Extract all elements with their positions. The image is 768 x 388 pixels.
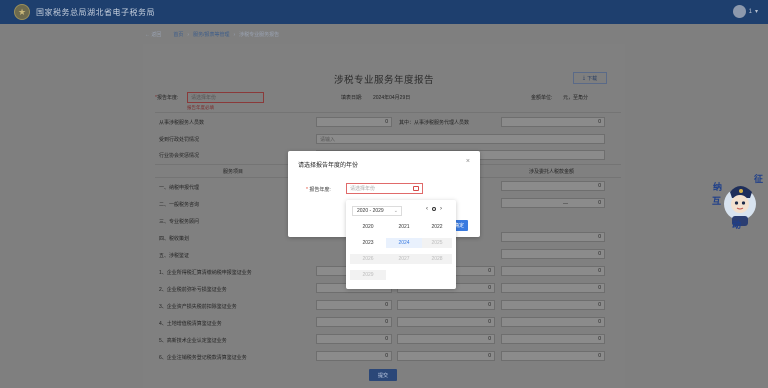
service-item: 一、纳税申报代理: [159, 185, 200, 191]
mascot-char: 征: [754, 173, 763, 185]
year-grid: 2020 2021 2022 2023 2024 2025 2026 2027 2028 2029: [350, 222, 454, 280]
unit-value: 元，至角分: [563, 95, 589, 101]
agent-count-input[interactable]: 0: [501, 117, 605, 127]
service-amount-empty: —: [563, 201, 568, 207]
user-name[interactable]: 1: [749, 9, 752, 15]
service-count-input[interactable]: 0: [397, 334, 495, 344]
download-icon: ⤓: [582, 75, 586, 81]
close-icon[interactable]: ×: [466, 158, 470, 165]
next-decade-icon[interactable]: ›: [440, 206, 442, 212]
service-item: 三、专业税务顾问: [159, 219, 200, 225]
mascot-badge[interactable]: 征 纳 互 动: [710, 172, 766, 230]
calendar-icon[interactable]: [413, 186, 419, 191]
service-item: 6、企业注销税务登记税款清算鉴证业务: [159, 355, 247, 361]
year-option-2022[interactable]: 2022: [422, 222, 452, 232]
submit-button[interactable]: 提交: [369, 369, 397, 381]
page-title: 涉税专业服务年度报告: [333, 75, 434, 86]
decade-select[interactable]: 2020 - 2029 ⌄: [352, 206, 402, 216]
service-item: 5、高新技术企业认定鉴证业务: [159, 338, 227, 344]
service-amount-input[interactable]: 0: [501, 351, 605, 361]
user-menu[interactable]: 1 ▾: [732, 5, 758, 18]
breadcrumb-manage[interactable]: 服务/报表等管理: [193, 31, 229, 38]
top-header: ★ 国家税务总局湖北省电子税务局 1 ▾: [0, 0, 768, 24]
service-item: 二、一般税务咨询: [159, 202, 200, 208]
service-count-input[interactable]: 0: [397, 300, 495, 310]
chevron-down-icon[interactable]: ⌄: [394, 208, 398, 214]
service-amount-input[interactable]: 0: [501, 181, 605, 191]
fill-date-value: 2024年04月29日: [373, 95, 411, 101]
picker-nav: ‹ ›: [426, 206, 442, 212]
fill-date-label: 填表日期:: [341, 95, 363, 101]
breadcrumb: ← 返回 首页 › 服务/报表等管理 › 涉税专业服务报告: [145, 31, 280, 39]
association-label: 行业协会奖惩情况: [159, 153, 200, 159]
year-option-2021[interactable]: 2021: [386, 222, 422, 232]
service-count-input[interactable]: 0: [397, 351, 495, 361]
year-option-2026: 2026: [350, 254, 386, 264]
year-option-2023[interactable]: 2023: [350, 238, 386, 248]
service-count-input[interactable]: 0: [316, 351, 392, 361]
service-item: 五、涉税鉴证: [159, 253, 190, 259]
service-amount-input[interactable]: 0: [501, 249, 605, 259]
breadcrumb-separator: ›: [233, 31, 236, 38]
service-amount-input[interactable]: 0: [501, 198, 605, 208]
year-option-2024[interactable]: 2024: [386, 238, 422, 248]
service-amount-input[interactable]: 0: [501, 300, 605, 310]
unit-label: 金额单位:: [531, 95, 553, 101]
service-amount-input[interactable]: 0: [501, 283, 605, 293]
service-item: 4、土地增值税清算鉴证业务: [159, 321, 222, 327]
year-label: *报告年度:: [155, 95, 179, 101]
service-item: 1、企业所得税汇算清缴纳税申报鉴证业务: [159, 270, 252, 276]
prev-decade-icon[interactable]: ‹: [426, 206, 428, 212]
avatar-icon[interactable]: [732, 5, 746, 18]
service-amount-input[interactable]: 0: [501, 232, 605, 242]
col-header-service: 服务项目: [223, 169, 244, 175]
year-option-2025: 2025: [422, 238, 452, 248]
penalty-label: 受到行政处罚情况: [159, 137, 200, 143]
breadcrumb-current: 涉税专业服务报告: [239, 32, 280, 38]
divider: [155, 112, 621, 113]
service-item: 四、税收策划: [159, 236, 190, 242]
mascot-char: 动: [732, 220, 741, 230]
service-item: 2、企业税前弥补亏损鉴证业务: [159, 287, 227, 293]
dialog-year-label: * 报告年度:: [306, 187, 331, 193]
year-option-2027: 2027: [386, 254, 422, 264]
service-item: 3、企业资产损失税前扣除鉴证业务: [159, 304, 237, 310]
service-amount-input[interactable]: 0: [501, 334, 605, 344]
service-count-input[interactable]: 0: [316, 334, 392, 344]
year-option-2029: 2029: [350, 270, 386, 280]
service-amount-input[interactable]: 0: [501, 266, 605, 276]
breadcrumb-home[interactable]: 首页: [173, 31, 183, 38]
back-link[interactable]: ← 返回: [145, 31, 161, 38]
report-year-input[interactable]: 请选择年份: [187, 92, 264, 103]
mascot-char: 纳: [713, 181, 722, 193]
mascot-char: 互: [712, 196, 721, 207]
breadcrumb-separator: ›: [187, 31, 190, 38]
service-count-input[interactable]: 0: [316, 317, 392, 327]
staff-count-label: 从事涉税服务人员数: [159, 120, 205, 126]
site-brand: 国家税务总局湖北省电子税务局: [36, 7, 155, 17]
penalty-input[interactable]: 请输入: [316, 134, 605, 144]
current-decade-icon[interactable]: [432, 207, 436, 211]
chevron-down-icon[interactable]: ▾: [755, 8, 758, 15]
service-count-input[interactable]: 0: [397, 317, 495, 327]
service-count-input[interactable]: 0: [316, 300, 392, 310]
year-option-2020[interactable]: 2020: [350, 222, 386, 232]
dialog-title: 请选择报告年度的年份: [298, 163, 359, 169]
staff-count-input[interactable]: 0: [316, 117, 392, 127]
year-option-2028: 2028: [422, 254, 452, 264]
download-button[interactable]: ⤓ 下载: [573, 72, 607, 84]
year-picker: 2020 - 2029 ⌄ ‹ › 2020 2021 2022 2023 2024 20…: [346, 200, 456, 289]
service-amount-input[interactable]: 0: [501, 317, 605, 327]
tax-emblem-icon: ★: [14, 4, 30, 20]
year-error-text: 报告年度必填: [187, 105, 214, 110]
col-header-tax-amount: 涉及委托人税款金额: [529, 169, 575, 175]
dialog-year-input[interactable]: 请选择年份: [346, 183, 423, 194]
agent-count-label: 其中：从事涉税服务代理人员数: [399, 120, 470, 126]
